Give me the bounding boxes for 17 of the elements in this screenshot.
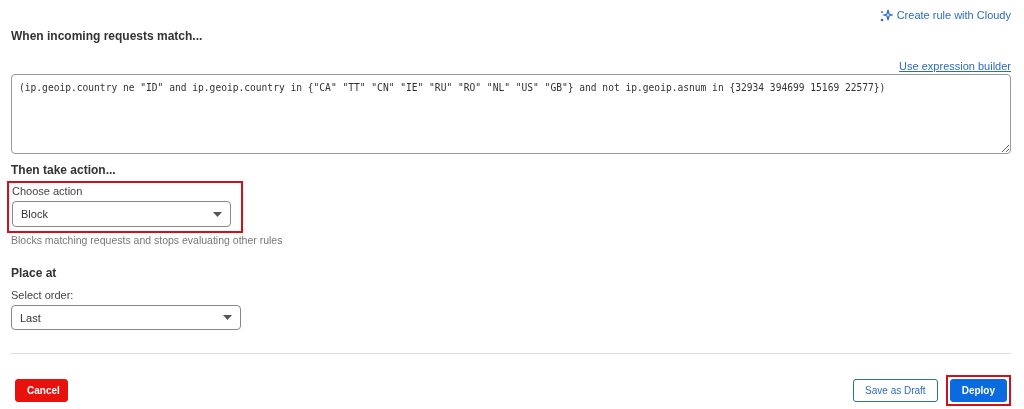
order-select[interactable]: Last (11, 305, 241, 330)
save-draft-button[interactable]: Save as Draft (853, 379, 938, 402)
create-rule-link[interactable]: Create rule with Cloudy (879, 7, 1011, 23)
cancel-button[interactable]: Cancel (15, 379, 68, 402)
help-text: Blocks matching requests and stops evaluating other rules (11, 234, 284, 246)
deploy-button[interactable]: Deploy (949, 379, 1007, 402)
sparkle-icon (879, 8, 893, 22)
section-heading: Then take action... (11, 163, 117, 177)
expression-field[interactable]: (ip.geoip.country ne "ID" and ip.geoip.country in {"CA" "TT" "CN" "IE" "RU" "RO" "NL" "US" "GB"} and not ip.geoip.asnum in {32934 394699 15169 22577}) (11, 74, 1011, 154)
caret-icon (213, 211, 222, 217)
section-heading: When incoming requests match... (11, 29, 204, 43)
section-heading: Place at (11, 266, 58, 280)
field-label: Choose action (12, 185, 84, 197)
expression-builder-link[interactable]: Use expression builder (899, 60, 1011, 72)
field-label: Select order: (11, 289, 75, 301)
action-select[interactable]: Block (12, 201, 231, 227)
caret-icon (223, 315, 232, 320)
